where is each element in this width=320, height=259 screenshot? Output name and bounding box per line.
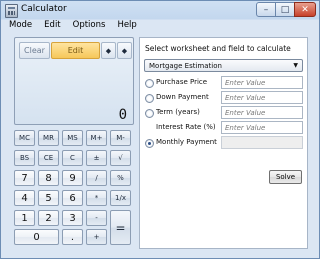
- calculator-app-icon: [5, 4, 18, 18]
- key-0[interactable]: 0: [14, 229, 59, 245]
- menu-bar: Mode Edit Options Help: [1, 19, 319, 33]
- key-clear-entry[interactable]: CE: [38, 150, 59, 166]
- down-payment-radio[interactable]: [145, 94, 154, 103]
- purchase-price-radio[interactable]: [145, 79, 154, 88]
- calculator-keypad-panel: Clear Edit ◆ ◆ 0 MC MR MS M+ M- BS CE C …: [14, 37, 134, 249]
- history-edit-button[interactable]: Edit: [51, 42, 100, 59]
- solve-button[interactable]: Solve: [269, 170, 302, 184]
- key-percent[interactable]: %: [110, 170, 131, 186]
- calculator-window: Calculator – □ ✕ Mode Edit Options Help …: [0, 0, 320, 259]
- key-1[interactable]: 1: [14, 210, 35, 226]
- key-8[interactable]: 8: [38, 170, 59, 186]
- key-reciprocal[interactable]: 1/x: [110, 190, 131, 206]
- monthly-payment-label: Monthly Payment: [156, 138, 217, 146]
- key-mc[interactable]: MC: [14, 130, 35, 146]
- field-row-interest-rate: Interest Rate (%) Enter Value: [145, 121, 303, 135]
- monthly-payment-radio[interactable]: [145, 139, 154, 148]
- key-9[interactable]: 9: [62, 170, 83, 186]
- key-m-plus[interactable]: M+: [86, 130, 107, 146]
- key-negate[interactable]: ±: [86, 150, 107, 166]
- history-clear-button[interactable]: Clear: [19, 42, 50, 59]
- minimize-button[interactable]: –: [256, 2, 276, 17]
- history-next-button[interactable]: ◆: [117, 42, 132, 59]
- field-row-purchase-price: Purchase Price Enter Value: [145, 76, 303, 90]
- display-value: 0: [118, 107, 127, 123]
- interest-rate-input[interactable]: Enter Value: [221, 121, 303, 134]
- monthly-payment-output: [221, 136, 303, 149]
- field-row-down-payment: Down Payment Enter Value: [145, 91, 303, 105]
- term-input[interactable]: Enter Value: [221, 106, 303, 119]
- window-title: Calculator: [21, 4, 67, 14]
- key-3[interactable]: 3: [62, 210, 83, 226]
- menu-edit[interactable]: Edit: [37, 19, 65, 33]
- minimize-icon: –: [263, 4, 269, 15]
- field-row-monthly-payment: Monthly Payment: [145, 136, 303, 150]
- calculator-display: Clear Edit ◆ ◆ 0: [14, 37, 134, 125]
- key-5[interactable]: 5: [38, 190, 59, 206]
- key-sqrt[interactable]: √: [110, 150, 131, 166]
- interest-rate-label: Interest Rate (%): [156, 123, 216, 131]
- key-4[interactable]: 4: [14, 190, 35, 206]
- worksheet-prompt: Select worksheet and field to calculate: [145, 44, 291, 53]
- key-ms[interactable]: MS: [62, 130, 83, 146]
- key-decimal[interactable]: .: [62, 229, 83, 245]
- menu-mode[interactable]: Mode: [1, 19, 37, 33]
- key-multiply[interactable]: *: [86, 190, 107, 206]
- history-previous-button[interactable]: ◆: [101, 42, 116, 59]
- key-clear[interactable]: C: [62, 150, 83, 166]
- worksheet-panel: Select worksheet and field to calculate …: [139, 37, 308, 249]
- dropdown-arrow-icon: ▼: [293, 62, 298, 69]
- close-button[interactable]: ✕: [294, 2, 316, 17]
- key-6[interactable]: 6: [62, 190, 83, 206]
- maximize-button[interactable]: □: [275, 2, 295, 17]
- field-row-term: Term (years) Enter Value: [145, 106, 303, 120]
- key-subtract[interactable]: -: [86, 210, 107, 226]
- close-icon: ✕: [301, 4, 309, 15]
- key-equals[interactable]: =: [110, 210, 131, 245]
- maximize-icon: □: [280, 4, 290, 15]
- key-divide[interactable]: /: [86, 170, 107, 186]
- menu-help[interactable]: Help: [110, 19, 141, 33]
- menu-options[interactable]: Options: [66, 19, 111, 33]
- key-mr[interactable]: MR: [38, 130, 59, 146]
- purchase-price-input[interactable]: Enter Value: [221, 76, 303, 89]
- key-backspace[interactable]: BS: [14, 150, 35, 166]
- title-bar[interactable]: Calculator – □ ✕: [1, 1, 319, 19]
- down-payment-input[interactable]: Enter Value: [221, 91, 303, 104]
- key-add[interactable]: +: [86, 229, 107, 245]
- worksheet-dropdown[interactable]: Mortgage Estimation ▼: [144, 59, 303, 72]
- key-m-minus[interactable]: M-: [110, 130, 131, 146]
- down-payment-label: Down Payment: [156, 93, 209, 101]
- key-2[interactable]: 2: [38, 210, 59, 226]
- term-label: Term (years): [156, 108, 200, 116]
- worksheet-dropdown-value: Mortgage Estimation: [149, 62, 222, 70]
- term-radio[interactable]: [145, 109, 154, 118]
- purchase-price-label: Purchase Price: [156, 78, 208, 86]
- key-7[interactable]: 7: [14, 170, 35, 186]
